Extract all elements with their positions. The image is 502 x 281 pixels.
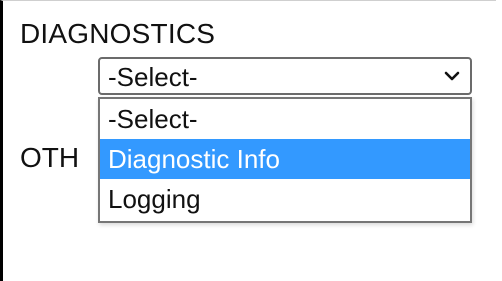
diagnostics-heading: DIAGNOSTICS bbox=[20, 18, 216, 49]
select-dropdown-list: -Select- Diagnostic Info Logging bbox=[98, 97, 472, 223]
option-logging[interactable]: Logging bbox=[100, 179, 470, 219]
chevron-down-icon bbox=[444, 71, 460, 81]
panel-frame: DIAGNOSTICS OTH -Select- -Select- Diagno… bbox=[0, 0, 496, 281]
option-diagnostic-info[interactable]: Diagnostic Info bbox=[100, 139, 470, 179]
select-current-value: -Select- bbox=[108, 62, 198, 92]
option-select-placeholder[interactable]: -Select- bbox=[100, 99, 470, 139]
diagnostics-select[interactable]: -Select- bbox=[98, 57, 472, 95]
other-heading: OTH bbox=[20, 142, 80, 173]
